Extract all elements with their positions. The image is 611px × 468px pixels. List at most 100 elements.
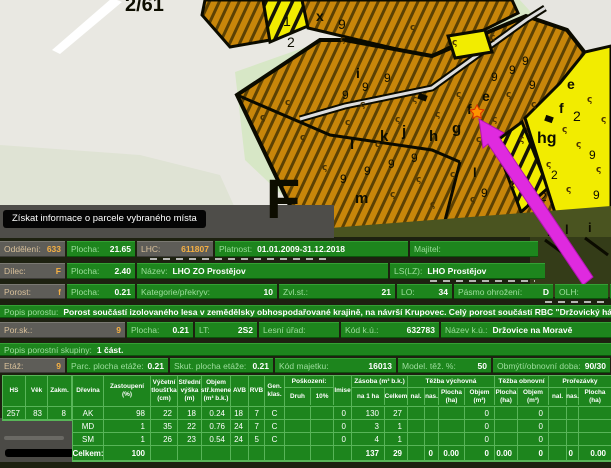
info-field: LHC:611807 <box>137 241 213 257</box>
table-cell <box>425 433 439 446</box>
info-field: Název:LHO ZO Prostějov <box>137 263 388 279</box>
info-field: Skut. plocha etáže: 0.21 <box>170 358 273 373</box>
table-cell <box>495 407 518 420</box>
info-field-label: Kód k.ú.: <box>345 325 379 335</box>
table-cell <box>408 433 425 446</box>
table-header-cell: nal. <box>408 388 425 405</box>
table-header-cell: nas. <box>425 388 439 405</box>
table-cell <box>202 446 231 461</box>
table-header-group: Těžba výchovnánal.nas.Plocha (ha)Objem (… <box>408 376 495 406</box>
table-row: AK9822180.24187C01302700 <box>73 407 611 420</box>
table-header-cell: Objem (m³) <box>518 388 549 405</box>
info-field: Plocha: 2.40 <box>67 263 135 279</box>
table-header-cell: nal. <box>549 388 567 405</box>
info-field-label: Porost: <box>4 287 31 297</box>
info-field-value: 0.21 <box>252 361 269 371</box>
table-cell: 0 <box>465 446 495 461</box>
species-table: DřevinaZastoupení (%)Výčetní tloušťka (c… <box>72 375 611 462</box>
table-cell: 24 <box>231 433 249 446</box>
table-cell: 0 <box>518 433 549 446</box>
table-cell: 83 <box>26 407 48 420</box>
table-header-group-title: Poškození: <box>285 376 334 388</box>
info-field-label: Název: <box>141 266 167 276</box>
info-field: Kategorie/překryv:10 <box>137 284 277 299</box>
info-field: LT:2S2 <box>195 322 257 338</box>
info-field-value: 2.40 <box>114 266 131 276</box>
table-cell <box>285 433 311 446</box>
info-field-value: 1 část. <box>97 345 123 355</box>
table-cell: MD <box>73 420 104 433</box>
info-field-label: LT: <box>199 325 210 335</box>
info-field: Porost:f <box>0 284 65 299</box>
table-cell: 22 <box>151 407 178 420</box>
info-field: Popis porostu:Porost součástí izolovanéh… <box>0 305 611 318</box>
table-cell: 35 <box>151 420 178 433</box>
table-cell: AK <box>73 407 104 420</box>
info-field-value: 9 <box>116 325 121 335</box>
info-row: Porost:fPlocha:0.21Kategorie/překryv:10Z… <box>0 284 611 299</box>
table-header-cell: HS <box>3 376 26 406</box>
table-header-group-title: Zásoba (m³ b.k.) <box>352 376 408 388</box>
info-field-value: F <box>56 266 61 276</box>
info-row: Popis porostní skupiny:1 část. <box>0 343 611 356</box>
table-cell <box>549 407 567 420</box>
table-header-cell: Zastoupení (%) <box>104 376 151 406</box>
info-field-value: 34 <box>439 287 448 297</box>
info-field-label: Skut. plocha etáže: <box>174 361 246 371</box>
info-field: Obmýtí/obnovní doba:90/30 <box>493 358 610 373</box>
table-header-cell: Plocha (ha) <box>579 388 611 405</box>
table-cell <box>408 420 425 433</box>
info-field-label: Kategorie/překryv: <box>141 287 210 297</box>
info-field-label: Plocha: <box>71 266 99 276</box>
table-cell <box>567 407 579 420</box>
info-field-value: 0.21 <box>114 287 131 297</box>
table-cell: 0 <box>465 420 495 433</box>
table-cell <box>495 420 518 433</box>
table-header-cell: Plocha (ha) <box>439 388 465 405</box>
table-header-cell: 10% <box>311 388 334 405</box>
table-cell <box>549 420 567 433</box>
table-header-group-title: Prořezávky <box>549 376 611 388</box>
table-cell <box>311 446 334 461</box>
table-header-cell: AVB <box>231 376 249 406</box>
table-cell <box>178 446 202 461</box>
info-field: Plocha:21.65 <box>67 241 135 257</box>
table-cell <box>439 420 465 433</box>
info-field: Majitel: <box>410 241 538 257</box>
info-field-value: 0.21 <box>147 361 164 371</box>
table-cell: 7 <box>249 407 265 420</box>
table-cell: 7 <box>249 420 265 433</box>
info-field-label: Model. těž. %: <box>402 361 456 371</box>
table-cell: C <box>265 433 285 446</box>
table-cell <box>249 446 265 461</box>
table-cell <box>549 446 567 461</box>
table-cell <box>231 446 249 461</box>
table-cell: 1 <box>104 433 151 446</box>
table-cell: 1 <box>385 433 408 446</box>
table-cell: 0.76 <box>202 420 231 433</box>
info-field: Parc. plocha etáže:0.21 <box>67 358 168 373</box>
table-cell: 0 <box>425 446 439 461</box>
table-cell: 27 <box>385 407 408 420</box>
table-cell: 257 <box>3 407 26 420</box>
table-cell <box>334 446 352 461</box>
table-cell: 0.54 <box>202 433 231 446</box>
table-header-cell: Plocha (ha) <box>495 388 518 405</box>
info-field: Název k.ú.:Držovice na Moravě <box>441 322 611 338</box>
table-cell: 29 <box>385 446 408 461</box>
table-cell <box>408 446 425 461</box>
table-cell: 18 <box>178 407 202 420</box>
info-field-value: 9 <box>56 361 61 371</box>
table-cell: 8 <box>48 407 72 420</box>
info-field: LO:34 <box>397 284 452 299</box>
info-field-value: 16013 <box>368 361 392 371</box>
info-field-label: Pásmo ohrožení: <box>458 287 522 297</box>
info-field-label: Dílec: <box>4 266 26 276</box>
info-field-value: 633 <box>47 244 61 254</box>
info-row: Popis porostu:Porost součástí izolovanéh… <box>0 305 611 318</box>
table-row: MD135220.76247C03100 <box>73 420 611 433</box>
info-field-value: 50 <box>478 361 487 371</box>
table-cell: SM <box>73 433 104 446</box>
table-cell: 100 <box>104 446 151 461</box>
table-cell: 0.00 <box>495 446 518 461</box>
